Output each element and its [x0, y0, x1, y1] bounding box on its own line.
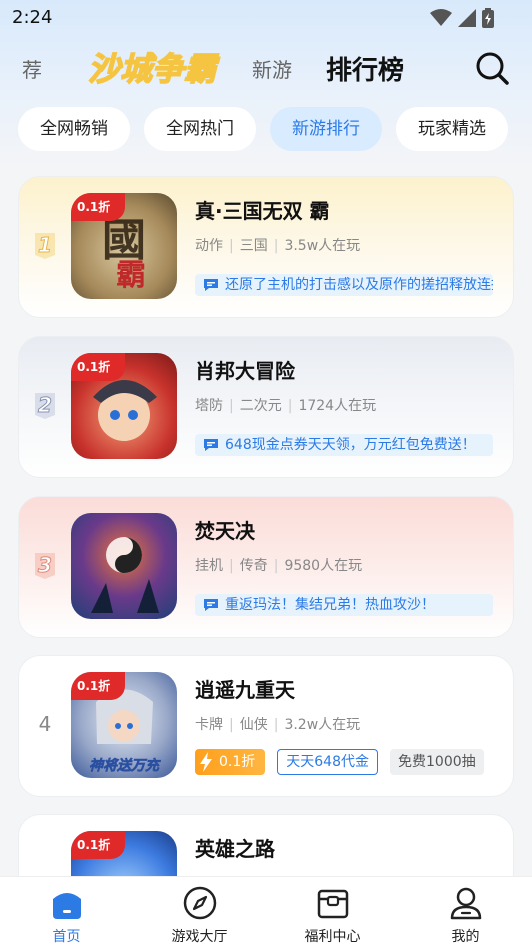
nav-welfare[interactable]: 福利中心	[266, 877, 399, 946]
signal-icon	[458, 9, 476, 27]
game-card[interactable]: 4 神将送万充 0.1折 逍遥九重天 卡牌 | 仙侠 | 3.2w人在玩 0.1折 天天…	[18, 655, 514, 797]
game-card[interactable]: 3 焚天决 挂机 | 传奇 | 9580人在玩 重返玛法！集结兄弟！热血攻沙！	[18, 496, 514, 638]
game-icon	[71, 513, 177, 619]
game-icon: 國 霸 0.1折	[71, 193, 177, 299]
chip-player-picks[interactable]: 玩家精选	[396, 107, 508, 151]
game-promo-text: 重返玛法！集结兄弟！热血攻沙！	[195, 594, 493, 616]
game-title: 肖邦大冒险	[195, 359, 295, 383]
free-draw-tag: 免费1000抽	[390, 749, 484, 775]
message-icon	[204, 599, 218, 611]
voucher-tag: 天天648代金	[277, 749, 378, 775]
game-icon: 0.1折	[71, 353, 177, 459]
gift-box-icon	[317, 889, 348, 919]
nav-home[interactable]: 首页	[0, 877, 133, 946]
search-icon[interactable]	[474, 50, 510, 86]
svg-text:3: 3	[38, 553, 52, 577]
chip-top-grossing[interactable]: 全网畅销	[18, 107, 130, 151]
bottom-nav: 首页 游戏大厅 福利中心 我的	[0, 876, 532, 946]
status-time: 2:24	[12, 7, 53, 28]
nav-me[interactable]: 我的	[399, 877, 532, 946]
tab-new-games[interactable]: 新游	[252, 54, 292, 83]
discount-tag: 0.1折	[71, 353, 125, 381]
discount-tag: 0.1折	[71, 831, 125, 859]
game-card[interactable]: 2 0.1折 肖邦大冒险 塔防 | 二次元 | 1724人在玩 648现金点券天天领，万…	[18, 336, 514, 478]
home-icon	[52, 893, 81, 919]
svg-text:2: 2	[38, 393, 52, 417]
game-title: 英雄之路	[195, 837, 275, 861]
nav-welfare-label: 福利中心	[304, 929, 361, 945]
icon-promo-text: 神将送万充	[89, 757, 161, 774]
message-icon	[204, 279, 218, 291]
nav-home-label: 首页	[52, 929, 81, 945]
ranking-filter-chips: 全网畅销 全网热门 新游排行 玩家精选	[18, 107, 532, 151]
battery-icon	[482, 8, 494, 28]
status-icons	[430, 8, 494, 28]
game-title: 焚天决	[195, 519, 255, 543]
compass-icon	[183, 886, 216, 920]
game-icon: 神将送万充 0.1折	[71, 672, 177, 778]
discount-tag: 0.1折	[71, 193, 125, 221]
lightning-icon	[200, 752, 212, 772]
game-artwork	[91, 537, 159, 613]
brand-logo-text: 沙城争霸	[88, 50, 220, 88]
nav-me-label: 我的	[451, 929, 480, 945]
message-icon	[204, 439, 218, 451]
status-bar: 2:24	[0, 0, 532, 36]
game-title: 真·三国无双 霸	[195, 199, 330, 223]
nav-game-hall-label: 游戏大厅	[171, 929, 228, 945]
person-icon	[450, 887, 481, 920]
chip-new-games[interactable]: 新游排行	[270, 107, 382, 151]
game-meta: 动作 | 三国 | 3.5w人在玩	[195, 238, 361, 254]
game-meta: 塔防 | 二次元 | 1724人在玩	[195, 398, 377, 414]
brand-logo[interactable]: 沙城争霸	[80, 44, 224, 90]
svg-text:霸: 霸	[116, 258, 146, 293]
game-card[interactable]: 1 國 霸 0.1折 真·三国无双 霸 动作 | 三国 | 3.5w人在玩 还原了主机的…	[18, 176, 514, 318]
discount-tag: 0.1折	[71, 672, 125, 700]
nav-game-hall[interactable]: 游戏大厅	[133, 877, 266, 946]
rank-badge-silver: 2	[35, 393, 55, 419]
rank-badge-gold: 1	[35, 233, 55, 259]
game-title: 逍遥九重天	[195, 678, 295, 702]
discount-badge: 0.1折	[195, 749, 266, 775]
top-nav: 荐 沙城争霸 新游 排行榜	[0, 40, 532, 96]
svg-text:1: 1	[38, 233, 52, 257]
game-meta: 挂机 | 传奇 | 9580人在玩	[195, 558, 363, 574]
rank-badge-bronze: 3	[35, 553, 55, 579]
game-tags: 0.1折 天天648代金 免费1000抽	[195, 749, 484, 775]
wifi-icon	[430, 9, 452, 26]
tab-recommend[interactable]: 荐	[22, 54, 42, 83]
game-meta: 卡牌 | 仙侠 | 3.2w人在玩	[195, 717, 361, 733]
rank-number: 4	[38, 712, 52, 736]
game-promo-text: 648现金点券天天领，万元红包免费送！	[195, 434, 493, 456]
chip-hot[interactable]: 全网热门	[144, 107, 256, 151]
tab-ranking[interactable]: 排行榜	[326, 50, 404, 87]
game-promo-text: 还原了主机的打击感以及原作的搓招释放连招	[195, 274, 493, 296]
